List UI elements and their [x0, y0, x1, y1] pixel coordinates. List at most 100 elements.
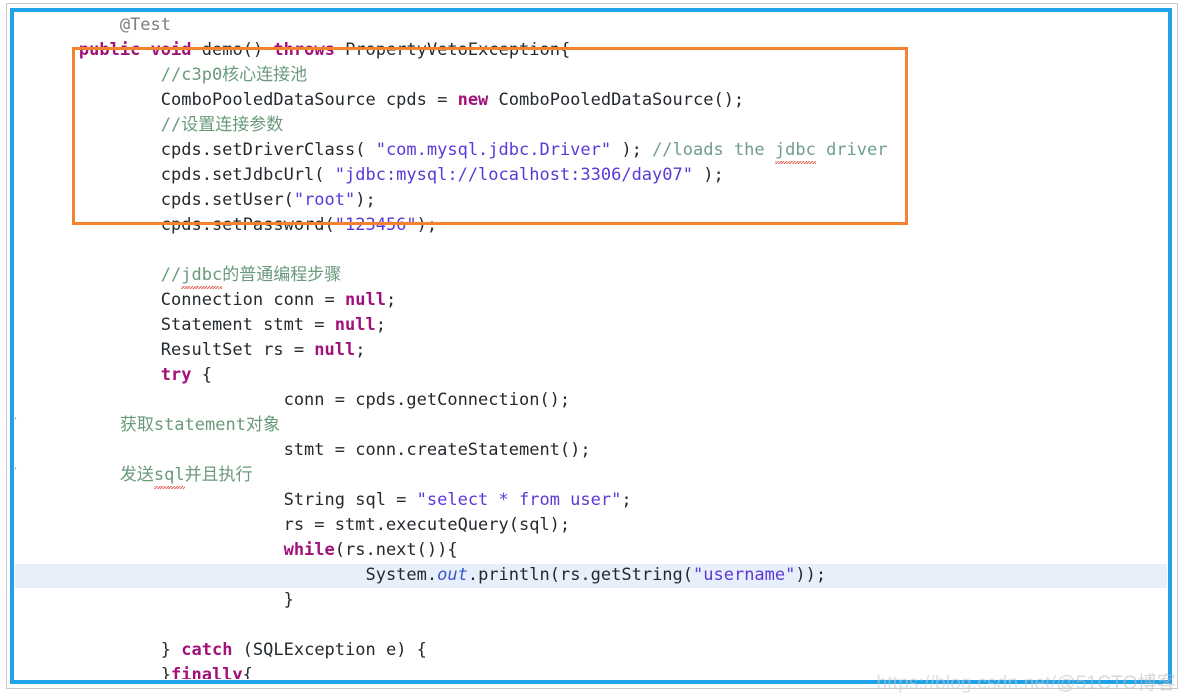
code-token-plain: );	[355, 190, 376, 210]
code-line[interactable]: rs = stmt.executeQuery(sql);	[15, 513, 1149, 538]
code-token-plain: cpds.setPassword(	[160, 215, 335, 235]
code-token-str: "com.mysql.jdbc.Driver"	[375, 140, 612, 160]
code-block[interactable]: @Test public void demo() throws Property…	[15, 13, 1149, 679]
screenshot-root: @Test public void demo() throws Property…	[0, 0, 1184, 699]
code-line[interactable]: // 发送sql并且执行	[15, 463, 1149, 489]
code-token-str: "username"	[693, 565, 796, 585]
code-token-cmt: //	[160, 265, 182, 285]
code-token-str: "jdbc:mysql://localhost:3306/day07"	[334, 165, 693, 185]
watermark-handle: @51CTO博客	[1056, 673, 1176, 694]
code-token-kw: try	[160, 365, 192, 385]
code-token-cmt: sql	[153, 463, 185, 489]
code-token-stat: out	[437, 565, 468, 585]
code-token-kw: catch	[181, 640, 233, 660]
code-token-str: "select * from user"	[416, 490, 622, 510]
code-line[interactable]: } catch (SQLException e) {	[15, 638, 1149, 663]
code-token-plain: );	[693, 165, 724, 185]
code-line[interactable]: @Test	[15, 13, 1149, 38]
code-token-plain: cpds.setDriverClass(	[160, 140, 376, 160]
code-token-cmt: 的普通编程步骤	[222, 265, 342, 285]
code-token-plain: Statement stmt =	[160, 315, 335, 335]
code-token-plain: conn = cpds.getConnection();	[283, 390, 571, 410]
code-token-plain: ;	[385, 290, 397, 310]
code-token-plain: ComboPooledDataSource cpds =	[160, 90, 458, 110]
code-token-plain: {	[191, 365, 212, 385]
code-token-cmt: //设置连接参数	[160, 115, 284, 135]
code-token-kw: while	[283, 540, 335, 560]
code-line[interactable]: //jdbc的普通编程步骤	[15, 263, 1149, 289]
code-token-plain: Connection conn =	[160, 290, 345, 310]
code-token-plain: {	[242, 665, 253, 679]
code-line[interactable]: }	[15, 588, 1149, 613]
code-line[interactable]: //设置连接参数	[15, 113, 1149, 138]
code-token-plain: }	[160, 640, 182, 660]
code-token-cmt: 获取statement对象	[17, 415, 280, 435]
code-token-kw: public	[78, 40, 141, 60]
code-token-cmt: 并且执行	[184, 465, 253, 485]
code-token-kw: new	[457, 90, 489, 110]
code-line[interactable]: Connection conn = null;	[15, 288, 1149, 313]
code-token-plain: .println(rs.getString(	[467, 565, 694, 585]
code-token-kw: throws	[273, 40, 335, 60]
code-line[interactable]: ComboPooledDataSource cpds = new ComboPo…	[15, 88, 1149, 113]
code-line[interactable]: cpds.setUser("root");	[15, 188, 1149, 213]
code-line[interactable]: System.out.println(rs.getString("usernam…	[15, 563, 1149, 588]
code-line[interactable]: conn = cpds.getConnection();	[15, 388, 1149, 413]
code-token-plain: ;	[621, 490, 632, 510]
code-token-cmt: //c3p0核心连接池	[160, 65, 308, 85]
code-token-plain: (SQLException e) {	[232, 640, 427, 660]
code-line[interactable]	[15, 613, 1149, 638]
code-token-plain: rs = stmt.executeQuery(sql);	[283, 515, 571, 535]
code-token-kw: null	[314, 340, 356, 360]
code-token-plain: PropertyVetoException{	[334, 40, 571, 60]
code-line[interactable]: public void demo() throws PropertyVetoEx…	[15, 38, 1149, 63]
code-token-plain: ;	[375, 315, 386, 335]
code-line[interactable]: Statement stmt = null;	[15, 313, 1149, 338]
code-token-plain: ComboPooledDataSource();	[488, 90, 745, 110]
code-token-kw: finally	[171, 665, 243, 679]
code-line[interactable]: cpds.setJdbcUrl( "jdbc:mysql://localhost…	[15, 163, 1149, 188]
code-line[interactable]: while(rs.next()){	[15, 538, 1149, 563]
code-token-cmt-en: jdbc	[774, 138, 816, 164]
code-token-plain: cpds.setJdbcUrl(	[160, 165, 335, 185]
code-token-plain: cpds.setUser(	[160, 190, 294, 210]
code-line[interactable]: cpds.setDriverClass( "com.mysql.jdbc.Dri…	[15, 138, 1149, 164]
watermark: https://blog.csdn.net/@51CTO博客	[876, 668, 1176, 695]
code-token-plain: System.	[365, 565, 438, 585]
code-line[interactable]: try {	[15, 363, 1149, 388]
code-line[interactable]: // 获取statement对象	[15, 413, 1149, 438]
code-token-kw: void	[150, 40, 192, 60]
code-line[interactable]: String sql = "select * from user";	[15, 488, 1149, 513]
code-token-plain: stmt = conn.createStatement();	[283, 440, 591, 460]
code-token-str: "root"	[293, 190, 356, 210]
code-token-cmt-en: driver	[815, 140, 888, 160]
code-editor-surface[interactable]: @Test public void demo() throws Property…	[15, 13, 1167, 679]
code-line[interactable]: cpds.setPassword("123456");	[15, 213, 1149, 238]
code-line[interactable]	[15, 238, 1149, 263]
code-line[interactable]: ResultSet rs = null;	[15, 338, 1149, 363]
code-token-plain: demo()	[191, 40, 274, 60]
code-token-kw: null	[345, 290, 386, 310]
code-line[interactable]: stmt = conn.createStatement();	[15, 438, 1149, 463]
code-token-cmt: jdbc	[181, 263, 222, 289]
code-line[interactable]: //c3p0核心连接池	[15, 63, 1149, 88]
code-token-plain: }	[283, 590, 294, 610]
code-token-ann: @Test	[119, 15, 172, 35]
